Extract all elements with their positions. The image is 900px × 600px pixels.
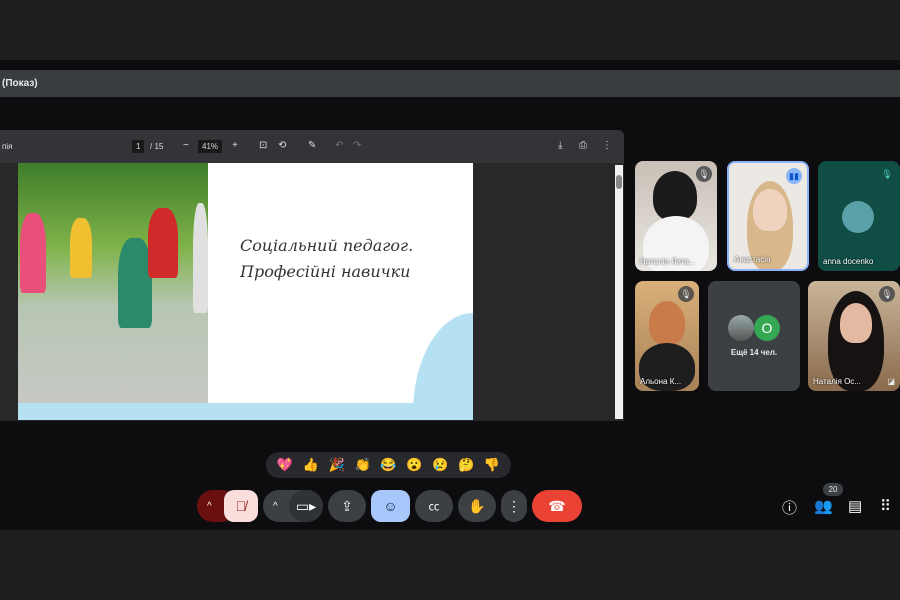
zoom-out-button[interactable]: −	[183, 140, 189, 151]
participant-tile[interactable]: 🎙 Наталія Ос... ◪	[808, 281, 900, 391]
captions-icon: ㏄	[428, 501, 440, 513]
mic-off-icon: 🎙̸	[235, 498, 247, 514]
avatar: O	[754, 315, 780, 341]
speaking-indicator-icon: ▮▮	[786, 168, 802, 184]
slide-page: Соціальний педагог. Професійні навички	[18, 163, 473, 420]
reaction-thumbs-down[interactable]: 👎	[484, 457, 500, 473]
activities-icon[interactable]: ⠿	[880, 497, 891, 515]
presentation-title-bar: (Показ)	[0, 70, 900, 97]
more-vert-icon: ⋮	[507, 497, 521, 514]
mic-off-icon: 🎙	[879, 286, 895, 302]
slide-title-line-2: Професійні навички	[240, 262, 411, 281]
pip-icon[interactable]: ◪	[887, 377, 895, 386]
fit-page-icon[interactable]: ⊡	[259, 140, 267, 151]
participant-tile[interactable]: 🎙 Альона К...	[635, 281, 699, 391]
phone-hangup-icon: ☎	[548, 497, 566, 514]
more-participants-tile[interactable]: O Ещё 14 чел.	[708, 281, 800, 391]
more-participants-label: Ещё 14 чел.	[730, 348, 778, 357]
mic-off-icon: 🎙	[696, 166, 712, 182]
reactions-bar: 💖 👍 🎉 👏 😂 😮 😢 🤔 👎	[266, 452, 511, 478]
children-photo	[18, 163, 208, 403]
avatar	[842, 201, 874, 233]
reaction-thinking[interactable]: 🤔	[458, 457, 474, 473]
zoom-in-button[interactable]: +	[232, 140, 238, 151]
hand-icon: ✋	[468, 497, 486, 514]
reaction-party[interactable]: 🎉	[329, 457, 345, 473]
present-screen-icon: ⇪	[341, 497, 353, 514]
people-icon[interactable]: 👥	[814, 497, 833, 515]
participant-name: Наталія Ос...	[813, 377, 861, 386]
participant-count-badge: 20	[823, 483, 843, 496]
chat-icon[interactable]: ▤	[848, 497, 862, 515]
page-count: / 15	[150, 142, 164, 151]
mic-off-icon: 🎙	[881, 169, 893, 179]
reactions-button[interactable]: ☺	[371, 490, 410, 522]
captions-button[interactable]: ㏄	[415, 490, 453, 522]
reaction-clap[interactable]: 👏	[354, 457, 370, 473]
pdf-scrollbar[interactable]	[615, 165, 623, 419]
participant-tile-speaking[interactable]: ▮▮ Анастасія	[727, 161, 809, 271]
participant-name: Альона К...	[640, 377, 682, 386]
participant-name: Анастасія	[734, 255, 771, 264]
pdf-viewer: пія 1 / 15 − 41% + ⊡ ⟲ ✎ ↶ ↷ ⤓ ⎙ ⋮ Соціа…	[0, 130, 624, 421]
more-options-icon[interactable]: ⋮	[602, 140, 612, 151]
annotate-icon[interactable]: ✎	[308, 140, 316, 151]
mic-off-button[interactable]: 🎙̸	[224, 490, 258, 522]
reaction-thumbs-up[interactable]: 👍	[303, 457, 319, 473]
participant-name: Наталія Лита...	[640, 257, 696, 266]
leave-call-button[interactable]: ☎	[532, 490, 582, 522]
participant-tile[interactable]: 🎙 anna docenko	[818, 161, 900, 271]
rotate-icon[interactable]: ⟲	[278, 140, 286, 151]
reaction-heart[interactable]: 💖	[277, 457, 293, 473]
raise-hand-button[interactable]: ✋	[458, 490, 496, 522]
participant-name: anna docenko	[823, 257, 874, 266]
mic-off-icon: 🎙	[678, 286, 694, 302]
participant-tile[interactable]: 🎙 Наталія Лита...	[635, 161, 717, 271]
camera-icon: ▭▸	[295, 497, 317, 514]
redo-icon[interactable]: ↷	[353, 140, 361, 151]
more-options-button[interactable]: ⋮	[501, 490, 527, 522]
download-icon[interactable]: ⤓	[558, 140, 562, 151]
emoji-icon: ☺	[383, 498, 398, 514]
camera-button[interactable]: ▭▸	[289, 490, 323, 522]
avatar	[728, 315, 754, 341]
reaction-laugh[interactable]: 😂	[380, 457, 396, 473]
undo-icon[interactable]: ↶	[335, 140, 343, 151]
page-input[interactable]: 1	[132, 140, 145, 153]
slide-title-line-1: Соціальний педагог.	[240, 236, 414, 255]
reaction-surprised[interactable]: 😮	[406, 457, 422, 473]
meeting-info-icon[interactable]: ⓘ	[782, 497, 797, 518]
print-icon[interactable]: ⎙	[579, 140, 587, 151]
presentation-title: (Показ)	[2, 78, 38, 89]
pdf-toolbar: пія 1 / 15 − 41% + ⊡ ⟲ ✎ ↶ ↷ ⤓ ⎙ ⋮	[0, 130, 624, 163]
zoom-level[interactable]: 41%	[198, 140, 223, 153]
present-button[interactable]: ⇪	[328, 490, 366, 522]
reaction-cry[interactable]: 😢	[432, 457, 448, 473]
pdf-filename: пія	[2, 142, 13, 151]
